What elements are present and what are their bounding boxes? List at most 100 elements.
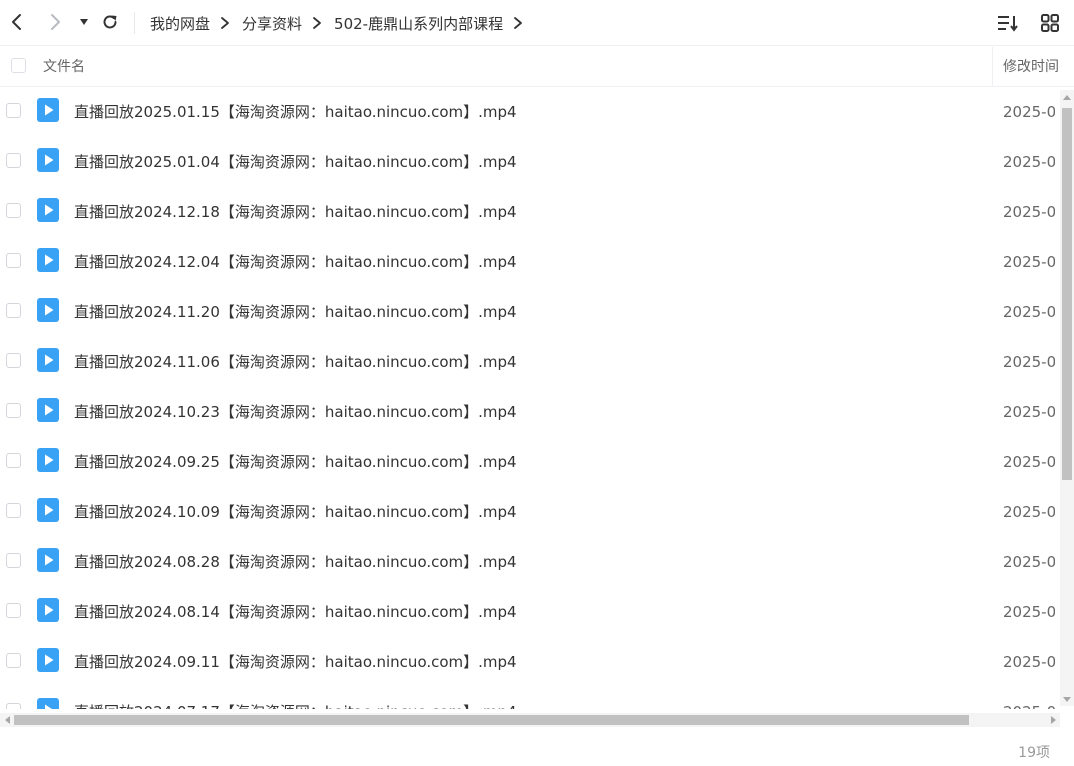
file-modified-time: 2025-0 — [1003, 303, 1055, 321]
column-header-modified-time[interactable]: 修改时间 — [1003, 47, 1059, 87]
file-name: 直播回放2024.07.17【海淘资源网：haitao.nincuo.com】.… — [74, 687, 517, 709]
file-row[interactable]: 直播回放2025.01.15【海淘资源网：haitao.nincuo.com】.… — [0, 87, 1060, 137]
column-divider[interactable] — [992, 47, 993, 87]
file-modified-time: 2025-0 — [1003, 253, 1055, 271]
vertical-scrollbar[interactable] — [1060, 90, 1074, 706]
file-modified-time: 2025-0 — [1003, 203, 1055, 221]
toolbar: 我的网盘 分享资料 502-鹿鼎山系列内部课程 — [0, 0, 1074, 46]
breadcrumb: 我的网盘 分享资料 502-鹿鼎山系列内部课程 — [150, 0, 535, 46]
file-name: 直播回放2024.09.25【海淘资源网：haitao.nincuo.com】.… — [74, 453, 517, 471]
file-list: 直播回放2025.01.15【海淘资源网：haitao.nincuo.com】.… — [0, 87, 1060, 709]
vertical-scrollbar-thumb[interactable] — [1062, 108, 1072, 480]
grid-view-icon — [1041, 14, 1059, 32]
status-bar: 19项 — [0, 730, 1074, 766]
file-name: 直播回放2024.09.11【海淘资源网：haitao.nincuo.com】.… — [74, 653, 517, 671]
list-header: 文件名 修改时间 — [0, 47, 1074, 87]
chevron-right-icon — [51, 14, 60, 30]
video-file-icon — [37, 548, 59, 572]
file-row[interactable]: 直播回放2025.01.04【海淘资源网：haitao.nincuo.com】.… — [0, 137, 1060, 187]
file-row[interactable]: 直播回放2024.08.14【海淘资源网：haitao.nincuo.com】.… — [0, 587, 1060, 637]
chevron-left-icon — [12, 14, 21, 30]
refresh-icon — [103, 15, 117, 29]
horizontal-scrollbar-thumb[interactable] — [14, 715, 969, 725]
select-all-checkbox[interactable] — [11, 58, 26, 73]
refresh-button[interactable] — [98, 10, 122, 34]
file-manager-window: 我的网盘 分享资料 502-鹿鼎山系列内部课程 文件名 修改时间 直播回放202… — [0, 0, 1074, 766]
file-name: 直播回放2024.12.18【海淘资源网：haitao.nincuo.com】.… — [74, 203, 517, 221]
chevron-right-icon — [312, 16, 322, 30]
toolbar-divider — [134, 12, 135, 34]
item-count: 19项 — [1018, 745, 1050, 761]
file-row[interactable]: 直播回放2024.09.25【海淘资源网：haitao.nincuo.com】.… — [0, 437, 1060, 487]
video-file-icon — [37, 98, 59, 122]
row-checkbox[interactable] — [6, 453, 21, 468]
file-modified-time: 2025-0 — [1003, 453, 1055, 471]
row-checkbox[interactable] — [6, 653, 21, 668]
chevron-right-icon — [220, 16, 230, 30]
video-file-icon — [37, 698, 59, 709]
file-modified-time: 2025-0 — [1003, 353, 1055, 371]
breadcrumb-item-current-folder[interactable]: 502-鹿鼎山系列内部课程 — [334, 13, 503, 34]
video-file-icon — [37, 448, 59, 472]
row-checkbox[interactable] — [6, 153, 21, 168]
video-file-icon — [37, 398, 59, 422]
horizontal-scrollbar[interactable] — [0, 713, 1060, 727]
video-file-icon — [37, 298, 59, 322]
file-modified-time: 2025-0 — [1003, 503, 1055, 521]
scroll-down-arrow-icon[interactable] — [1060, 692, 1074, 706]
file-name: 直播回放2025.01.04【海淘资源网：haitao.nincuo.com】.… — [74, 153, 517, 171]
video-file-icon — [37, 348, 59, 372]
forward-button[interactable] — [43, 10, 67, 34]
scroll-right-arrow-icon[interactable] — [1046, 713, 1060, 727]
file-row[interactable]: 直播回放2024.08.28【海淘资源网：haitao.nincuo.com】.… — [0, 537, 1060, 587]
file-row[interactable]: 直播回放2024.07.17【海淘资源网：haitao.nincuo.com】.… — [0, 687, 1060, 709]
history-dropdown-button[interactable] — [72, 10, 96, 34]
video-file-icon — [37, 248, 59, 272]
back-button[interactable] — [5, 10, 29, 34]
row-checkbox[interactable] — [6, 553, 21, 568]
row-checkbox[interactable] — [6, 603, 21, 618]
row-checkbox[interactable] — [6, 353, 21, 368]
file-row[interactable]: 直播回放2024.10.23【海淘资源网：haitao.nincuo.com】.… — [0, 387, 1060, 437]
sort-icon — [998, 16, 1018, 32]
file-name: 直播回放2024.11.20【海淘资源网：haitao.nincuo.com】.… — [74, 303, 517, 321]
breadcrumb-item-my-drive[interactable]: 我的网盘 — [150, 13, 210, 34]
sort-button[interactable] — [996, 11, 1020, 35]
video-file-icon — [37, 148, 59, 172]
file-row[interactable]: 直播回放2024.11.20【海淘资源网：haitao.nincuo.com】.… — [0, 287, 1060, 337]
file-modified-time: 2025-0 — [1003, 553, 1055, 571]
chevron-right-icon[interactable] — [513, 16, 523, 30]
row-checkbox[interactable] — [6, 253, 21, 268]
row-checkbox[interactable] — [6, 403, 21, 418]
caret-down-icon — [80, 19, 88, 25]
file-row[interactable]: 直播回放2024.12.04【海淘资源网：haitao.nincuo.com】.… — [0, 237, 1060, 287]
scroll-left-arrow-icon[interactable] — [0, 713, 14, 727]
view-mode-button[interactable] — [1038, 11, 1062, 35]
view-tools — [996, 11, 1062, 35]
row-checkbox[interactable] — [6, 203, 21, 218]
file-row[interactable]: 直播回放2024.11.06【海淘资源网：haitao.nincuo.com】.… — [0, 337, 1060, 387]
scroll-up-arrow-icon[interactable] — [1060, 90, 1074, 104]
file-row[interactable]: 直播回放2024.10.09【海淘资源网：haitao.nincuo.com】.… — [0, 487, 1060, 537]
breadcrumb-item-shared[interactable]: 分享资料 — [242, 13, 302, 34]
video-file-icon — [37, 598, 59, 622]
file-modified-time: 2025-0 — [1003, 653, 1055, 671]
row-checkbox[interactable] — [6, 503, 21, 518]
file-modified-time: 2025-0 — [1003, 103, 1055, 121]
row-checkbox[interactable] — [6, 303, 21, 318]
file-modified-time: 2025-0 — [1003, 603, 1055, 621]
file-name: 直播回放2024.10.09【海淘资源网：haitao.nincuo.com】.… — [74, 503, 517, 521]
file-modified-time: 2025-0 — [1003, 403, 1055, 421]
row-checkbox[interactable] — [6, 703, 21, 709]
file-name: 直播回放2024.08.28【海淘资源网：haitao.nincuo.com】.… — [74, 553, 517, 571]
file-modified-time: 2025-0 — [1003, 153, 1055, 171]
file-row[interactable]: 直播回放2024.09.11【海淘资源网：haitao.nincuo.com】.… — [0, 637, 1060, 687]
video-file-icon — [37, 498, 59, 522]
file-name: 直播回放2024.11.06【海淘资源网：haitao.nincuo.com】.… — [74, 353, 517, 371]
row-checkbox[interactable] — [6, 103, 21, 118]
file-name: 直播回放2024.10.23【海淘资源网：haitao.nincuo.com】.… — [74, 403, 517, 421]
file-name: 直播回放2024.12.04【海淘资源网：haitao.nincuo.com】.… — [74, 253, 517, 271]
column-header-name[interactable]: 文件名 — [43, 47, 85, 87]
file-modified-time: 2025-0 — [1003, 687, 1055, 709]
file-row[interactable]: 直播回放2024.12.18【海淘资源网：haitao.nincuo.com】.… — [0, 187, 1060, 237]
